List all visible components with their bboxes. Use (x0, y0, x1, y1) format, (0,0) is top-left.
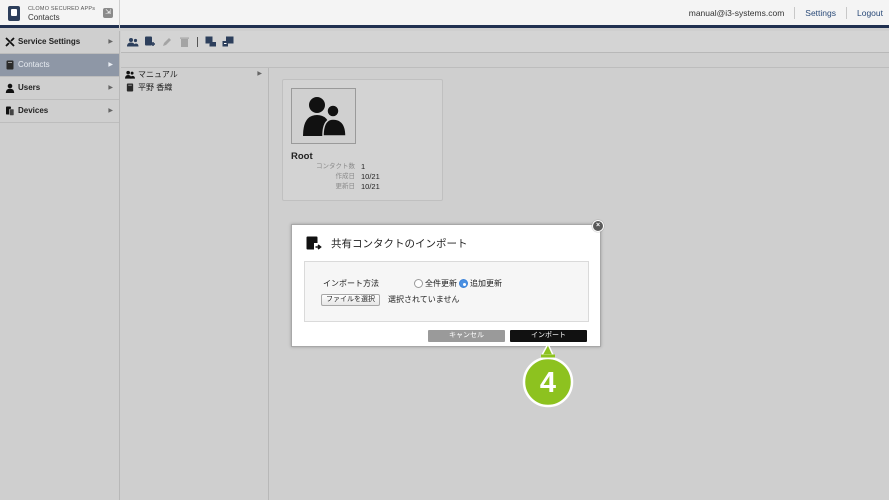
chevron-right-icon: ▶ (108, 85, 113, 91)
export-icon (205, 36, 216, 47)
root-group-card: Root コンタクト数 1 作成日 10/21 更新日 10/21 (282, 79, 443, 201)
info-value: 1 (361, 162, 366, 171)
import-button[interactable] (221, 35, 235, 49)
step-callout: 4 (522, 343, 574, 408)
top-nav: manual@i3-systems.com Settings Logout (689, 0, 889, 25)
group-avatar-icon (302, 97, 347, 136)
group-icon (125, 70, 135, 79)
group-avatar (291, 88, 356, 144)
info-row: 作成日 10/21 (291, 172, 431, 182)
contact-tree: マニュアル ▶ 平野 香織 (121, 68, 269, 500)
import-options-panel: インポート方法 全件更新 追加更新 ファイルを選択 選択されていません (304, 261, 589, 322)
edit-button[interactable] (160, 35, 174, 49)
logout-link[interactable]: Logout (857, 8, 883, 18)
group-info: コンタクト数 1 作成日 10/21 更新日 10/21 (291, 162, 431, 192)
sidebar-item-label: Users (18, 83, 41, 92)
top-bar: CLOMO SECURED APPs Contacts ⇲ manual@i3-… (0, 0, 889, 28)
tools-icon (5, 37, 15, 47)
add-contact-button[interactable] (143, 35, 157, 49)
choose-file-button[interactable]: ファイルを選択 (321, 294, 380, 306)
divider (846, 6, 847, 19)
settings-link[interactable]: Settings (805, 8, 836, 18)
tree-item-label: 平野 香織 (138, 83, 173, 92)
suite-name: CLOMO SECURED APPs (28, 6, 96, 12)
sidebar-item-devices[interactable]: Devices ▶ (0, 100, 119, 123)
content-header (121, 53, 889, 68)
option-label: 追加更新 (470, 279, 502, 288)
add-group-button[interactable] (126, 35, 140, 49)
pencil-icon (163, 37, 171, 46)
add-group-icon (127, 37, 139, 46)
info-key: 更新日 (335, 183, 356, 190)
cancel-button[interactable]: キャンセル (428, 330, 505, 342)
group-name: Root (291, 151, 313, 162)
sidebar-item-label: Contacts (18, 60, 50, 69)
chevron-right-icon: ▶ (108, 39, 113, 45)
callout-pointer (540, 343, 555, 356)
option-full-update[interactable]: 全件更新 (414, 278, 457, 289)
toolbar-divider (197, 36, 198, 47)
info-row: 更新日 10/21 (291, 182, 431, 192)
delete-button[interactable] (177, 35, 191, 49)
app-logo-icon (8, 6, 20, 21)
radio-full-update[interactable] (414, 279, 423, 288)
info-key: 作成日 (335, 173, 356, 180)
sidebar-item-users[interactable]: Users ▶ (0, 77, 119, 100)
import-contacts-icon (306, 236, 323, 251)
divider (794, 6, 796, 19)
app-switch-icon[interactable]: ⇲ (103, 8, 113, 18)
import-icon (222, 36, 234, 47)
sidebar-item-label: Service Settings (18, 37, 81, 46)
user-icon (5, 83, 15, 93)
dialog-title-text: 共有コンタクトのインポート (331, 237, 468, 250)
chevron-right-icon: ▶ (257, 71, 262, 77)
brand: CLOMO SECURED APPs Contacts ⇲ (0, 0, 120, 28)
sidebar-item-label: Devices (18, 106, 49, 115)
import-submit-button[interactable]: インポート (510, 330, 587, 342)
tree-item-group[interactable]: マニュアル ▶ (121, 68, 268, 81)
chevron-right-icon: ▶ (108, 108, 113, 114)
sidebar-item-service-settings[interactable]: Service Settings ▶ (0, 31, 119, 54)
address-book-icon (6, 60, 14, 70)
dialog-title: 共有コンタクトのインポート (306, 235, 468, 251)
chevron-right-icon: ▶ (108, 62, 113, 68)
option-label: 全件更新 (425, 279, 457, 288)
info-row: コンタクト数 1 (291, 162, 431, 172)
add-contact-icon (145, 36, 155, 46)
import-dialog: 共有コンタクトのインポート インポート方法 全件更新 追加更新 ファイルを選択 … (291, 224, 601, 347)
address-book-icon (126, 83, 134, 92)
info-key: コンタクト数 (316, 163, 355, 170)
tree-item-contact[interactable]: 平野 香織 (121, 81, 268, 94)
import-method-label: インポート方法 (323, 279, 379, 288)
toolbar (121, 31, 889, 53)
app-name: Contacts (28, 13, 60, 22)
file-status: 選択されていません (388, 295, 460, 304)
info-value: 10/21 (361, 172, 380, 181)
device-icon (6, 106, 15, 116)
info-value: 10/21 (361, 182, 380, 191)
tree-item-label: マニュアル (138, 70, 178, 79)
callout-step-number: 4 (540, 367, 556, 399)
user-email: manual@i3-systems.com (688, 7, 785, 18)
close-dialog-icon[interactable]: × (592, 220, 604, 232)
trash-icon (179, 37, 189, 47)
option-append-update[interactable]: 追加更新 (459, 278, 502, 289)
sidebar-item-contacts[interactable]: Contacts ▶ (0, 54, 119, 77)
export-button[interactable] (204, 35, 218, 49)
radio-append-update[interactable] (459, 279, 468, 288)
sidebar: Service Settings ▶ Contacts ▶ Users ▶ De… (0, 31, 120, 500)
